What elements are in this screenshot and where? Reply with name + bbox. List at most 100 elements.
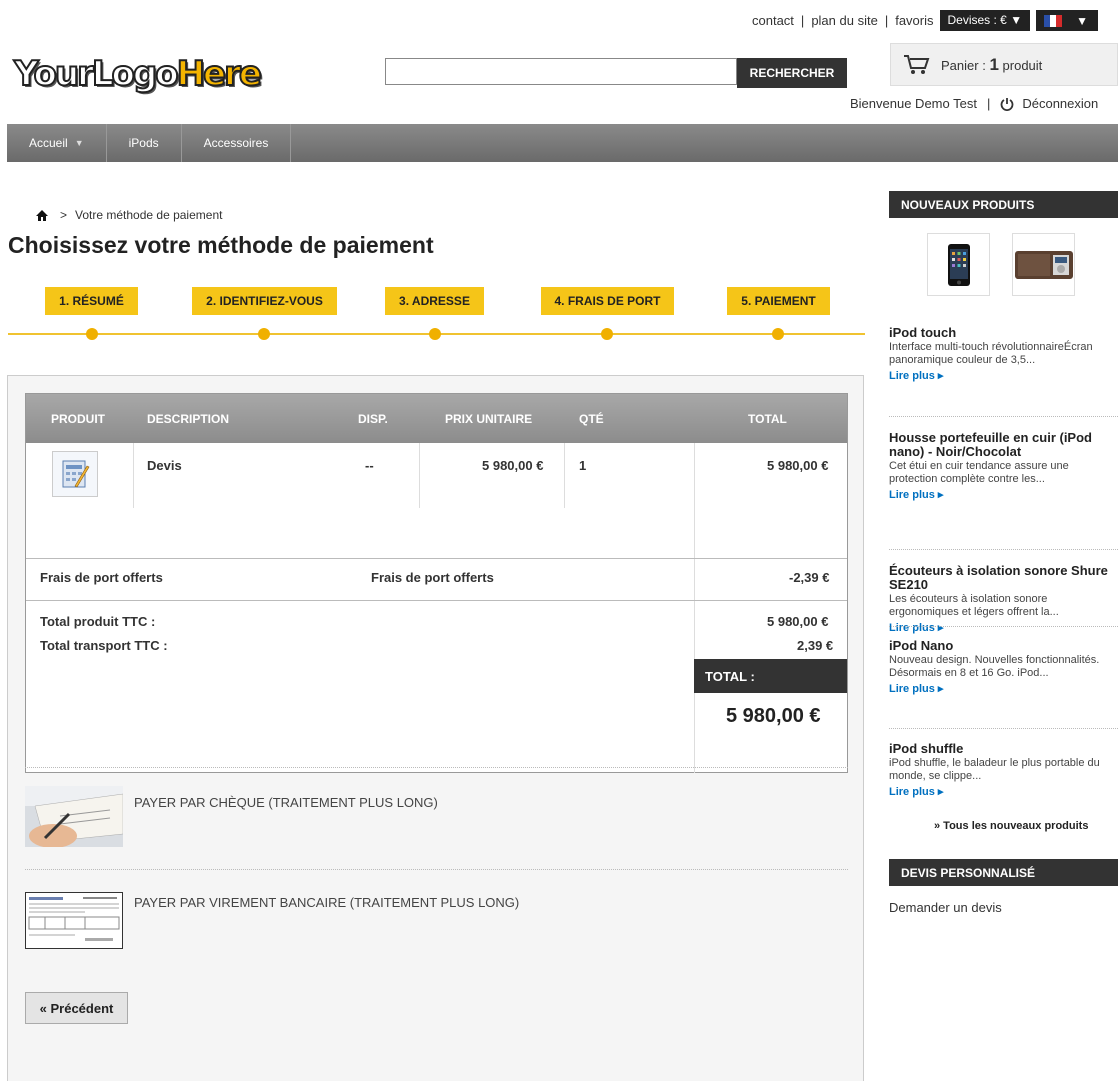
main-nav: Accueil ▼ iPods Accessoires bbox=[7, 124, 1118, 162]
product-thumbnail-case[interactable] bbox=[1012, 233, 1075, 296]
nav-item-ipods[interactable]: iPods bbox=[107, 124, 182, 162]
product-unit-price: 5 980,00 € bbox=[482, 458, 544, 473]
favorites-link[interactable]: favoris bbox=[895, 13, 933, 28]
chevron-down-icon: ▼ bbox=[1076, 13, 1088, 28]
read-more-link[interactable]: Lire plus ▸ bbox=[889, 369, 1118, 382]
product-thumbnail[interactable] bbox=[52, 451, 98, 497]
product-thumbnail-ipod-touch[interactable] bbox=[927, 233, 990, 296]
step-shipping: 4. FRAIS DE PORT bbox=[541, 287, 674, 315]
new-products-heading: NOUVEAUX PRODUITS bbox=[889, 191, 1118, 218]
step-summary: 1. RÉSUMÉ bbox=[45, 287, 138, 315]
nav-item-label: Accessoires bbox=[203, 136, 269, 150]
shipping-label: Frais de port offerts bbox=[40, 570, 163, 585]
sidebar-product-title[interactable]: Housse portefeuille en cuir (iPod nano) … bbox=[889, 431, 1118, 459]
sidebar-product: Housse portefeuille en cuir (iPod nano) … bbox=[889, 431, 1118, 502]
breadcrumb-separator: > bbox=[60, 208, 68, 222]
sidebar-product-title[interactable]: iPod Nano bbox=[889, 639, 1118, 653]
french-flag-icon bbox=[1044, 14, 1063, 27]
contact-link[interactable]: contact bbox=[752, 13, 794, 28]
read-more-link[interactable]: Lire plus ▸ bbox=[889, 621, 1118, 634]
nav-item-label: Accueil bbox=[29, 136, 68, 150]
read-more-link[interactable]: Lire plus ▸ bbox=[889, 488, 1118, 501]
product-availability: -- bbox=[365, 458, 374, 473]
divider bbox=[889, 728, 1118, 729]
product-description[interactable]: Devis bbox=[147, 458, 182, 473]
sidebar-product: Écouteurs à isolation sonore Shure SE210… bbox=[889, 564, 1118, 635]
request-quote-link[interactable]: Demander un devis bbox=[889, 900, 1002, 915]
page-title: Choisissez votre méthode de paiement bbox=[8, 232, 434, 258]
total-products-label: Total produit TTC : bbox=[40, 614, 156, 629]
cart-summary[interactable]: Panier : 1 produit bbox=[890, 43, 1118, 86]
total-label: TOTAL : bbox=[694, 659, 847, 693]
power-icon bbox=[1000, 97, 1014, 111]
all-new-products-link[interactable]: » Tous les nouveaux produits bbox=[934, 820, 1088, 832]
currency-dropdown[interactable]: Devises : € ▼ bbox=[939, 10, 1031, 31]
logo-text-part2: Here bbox=[176, 53, 263, 95]
arrow-right-icon: ▸ bbox=[937, 489, 944, 501]
payment-option-cheque[interactable] bbox=[25, 786, 123, 847]
cart-count: 1 bbox=[989, 54, 999, 74]
payment-option-cheque-label[interactable]: PAYER PAR CHÈQUE (TRAITEMENT PLUS LONG) bbox=[134, 795, 438, 810]
arrow-right-icon: ▸ bbox=[937, 786, 944, 798]
leather-case-icon bbox=[1014, 250, 1073, 279]
sidebar-product-desc: Cet étui en cuir tendance assure une pro… bbox=[889, 460, 1069, 485]
separator: | bbox=[800, 13, 805, 28]
separator: | bbox=[884, 13, 889, 28]
cart-text: Panier : 1 produit bbox=[941, 55, 1042, 75]
site-logo[interactable]: YourLogoHere bbox=[13, 53, 263, 95]
breadcrumb: > Votre méthode de paiement bbox=[36, 208, 222, 222]
step-dot bbox=[601, 328, 613, 340]
col-header-unit-price: PRIX UNITAIRE bbox=[445, 412, 533, 426]
nav-item-accessoires[interactable]: Accessoires bbox=[182, 124, 292, 162]
bank-transfer-form-icon bbox=[25, 892, 123, 949]
sidebar-product-title[interactable]: iPod touch bbox=[889, 326, 1118, 340]
language-dropdown[interactable]: ▼ bbox=[1036, 10, 1099, 31]
arrow-right-icon: ▸ bbox=[937, 622, 944, 634]
divider bbox=[889, 626, 1118, 627]
top-links: contact | plan du site | favoris Devises… bbox=[752, 10, 1099, 31]
previous-button[interactable]: « Précédent bbox=[25, 992, 128, 1024]
cell-divider bbox=[694, 443, 695, 773]
sidebar-product-desc: Interface multi-touch révolutionnaireÉcr… bbox=[889, 341, 1093, 366]
sidebar-product-desc: Les écouteurs à isolation sonore ergonom… bbox=[889, 593, 1059, 618]
divider bbox=[889, 416, 1118, 417]
nav-item-accueil[interactable]: Accueil ▼ bbox=[7, 124, 107, 162]
col-header-availability: DISP. bbox=[358, 412, 388, 426]
cell-divider bbox=[133, 443, 134, 508]
search-button[interactable]: RECHERCHER bbox=[737, 58, 847, 88]
cart-table-header: PRODUIT DESCRIPTION DISP. PRIX UNITAIRE … bbox=[26, 394, 847, 443]
step-dot bbox=[86, 328, 98, 340]
read-more-link[interactable]: Lire plus ▸ bbox=[889, 785, 1118, 798]
user-bar: Bienvenue Demo Test | Déconnexion bbox=[850, 96, 1098, 111]
sidebar-product-title[interactable]: Écouteurs à isolation sonore Shure SE210 bbox=[889, 564, 1118, 592]
shipping-description: Frais de port offerts bbox=[371, 570, 494, 585]
separator: | bbox=[986, 96, 991, 111]
total-shipping-label: Total transport TTC : bbox=[40, 638, 168, 653]
col-header-description: DESCRIPTION bbox=[147, 412, 230, 426]
cart-unit: produit bbox=[1002, 57, 1043, 73]
sitemap-link[interactable]: plan du site bbox=[811, 13, 878, 28]
home-icon[interactable] bbox=[36, 209, 48, 221]
total-shipping-value: 2,39 € bbox=[797, 638, 834, 653]
col-header-total: TOTAL bbox=[748, 412, 787, 426]
row-divider bbox=[26, 558, 847, 559]
arrow-right-icon: ▸ bbox=[937, 370, 944, 382]
payment-option-bank-transfer[interactable] bbox=[25, 892, 123, 949]
ipod-touch-icon bbox=[947, 243, 970, 286]
sidebar-product-title[interactable]: iPod shuffle bbox=[889, 742, 1118, 756]
sidebar-product: iPod shuffle iPod shuffle, le baladeur l… bbox=[889, 742, 1118, 799]
logout-link[interactable]: Déconnexion bbox=[1022, 96, 1098, 111]
cart-icon bbox=[904, 54, 930, 74]
welcome-text: Bienvenue Demo Test bbox=[850, 96, 977, 111]
product-total: 5 980,00 € bbox=[767, 458, 829, 473]
cell-divider bbox=[419, 443, 420, 508]
breadcrumb-current: Votre méthode de paiement bbox=[75, 208, 223, 222]
payment-option-bank-transfer-label[interactable]: PAYER PAR VIREMENT BANCAIRE (TRAITEMENT … bbox=[134, 895, 519, 910]
step-address: 3. ADRESSE bbox=[385, 287, 484, 315]
divider bbox=[25, 767, 848, 768]
cell-divider bbox=[564, 443, 565, 508]
sidebar-product: iPod touch Interface multi-touch révolut… bbox=[889, 326, 1118, 383]
read-more-link[interactable]: Lire plus ▸ bbox=[889, 682, 1118, 695]
grand-total-value: 5 980,00 € bbox=[726, 705, 821, 727]
search-input[interactable] bbox=[385, 58, 737, 85]
